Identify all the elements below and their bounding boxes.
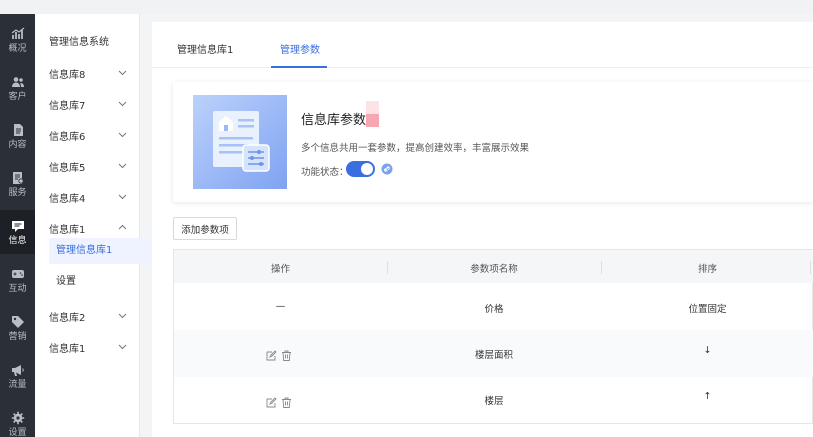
param-name: 价格 [484,304,504,315]
tag-icon [11,315,24,328]
subnav-title: 管理信息系统 [49,37,109,48]
megaphone-icon [11,364,24,376]
rail-item-label: 概况 [8,43,27,54]
card-description: 多个信息共用一套参数，提高创建效率，丰富展示效果 [301,143,530,154]
sort-value: 位置固定 [688,304,727,315]
delete-icon[interactable] [281,350,292,361]
users-icon [11,76,24,87]
document-illustration-icon [193,95,287,189]
subnav-group[interactable]: 信息库1 [35,337,140,357]
rail-item-settings[interactable]: 设置 [0,402,35,437]
row-actions [266,350,292,361]
subnav-group[interactable]: 信息库4 [35,187,140,207]
subnav-group-label: 信息库7 [49,101,86,112]
rail-item-overview[interactable]: 概况 [0,18,35,62]
subnav-group-expanded[interactable]: 信息库1 [35,218,140,238]
tab-manage-library[interactable]: 管理信息库1 [177,41,233,56]
top-bar [0,0,813,14]
rail-item-traffic[interactable]: 流量 [0,354,35,398]
feature-status-label: 功能状态： [301,167,349,178]
subnav-group[interactable]: 信息库8 [35,63,140,83]
edit-icon[interactable] [266,397,277,408]
table-row: 楼层 ↑ [174,377,813,424]
table-header: 操作 参数项名称 排序 [174,250,813,283]
add-param-button[interactable]: 添加参数项 [173,217,237,240]
subnav-item-manage-library[interactable]: 管理信息库1 [49,238,161,264]
subnav-group-label: 信息库6 [49,132,86,143]
rail-item-label: 内容 [8,139,27,150]
rail-item-marketing[interactable]: 营销 [0,306,35,350]
active-tab-indicator [271,66,327,68]
rail-item-label: 信息 [8,235,27,246]
rail-item-label: 客户 [8,91,27,102]
chevron-down-icon [118,344,127,350]
column-header-sort: 排序 [697,264,717,275]
chevron-down-icon [118,163,127,169]
rail-item-service[interactable]: 服务 [0,162,35,206]
column-divider [810,261,811,274]
secondary-nav: 管理信息系统 信息库8 信息库7 信息库6 信息库5 信息库4 信息库1 管理信… [35,14,161,437]
chevron-down-icon [118,194,127,200]
sort-up-arrow[interactable]: ↑ [601,391,813,402]
link-icon[interactable] [381,163,393,175]
table-row: — 价格 位置固定 [174,283,813,330]
subnav-group[interactable]: 信息库2 [35,306,140,326]
feature-status-toggle[interactable] [346,161,375,177]
row-actions [266,397,292,408]
subnav-group-label: 信息库1 [49,344,86,355]
gear-icon [11,411,24,424]
rail-item-interaction[interactable]: 互动 [0,258,35,302]
chart-icon [11,27,24,39]
chevron-up-icon [118,224,127,230]
rail-item-info[interactable]: 信息 [0,210,35,254]
sort-down-arrow[interactable]: ↓ [601,345,813,356]
param-name: 楼层 [484,396,504,407]
subnav-group[interactable]: 信息库6 [35,125,140,145]
subnav-group[interactable]: 信息库7 [35,94,140,114]
column-header-ops: 操作 [270,264,290,275]
chevron-down-icon [118,313,127,319]
rail-item-label: 服务 [8,187,27,198]
tab-manage-params[interactable]: 管理参数 [280,41,320,56]
rail-item-label: 流量 [8,379,27,390]
param-name: 楼层面积 [474,350,513,361]
primary-nav-rail: 概况 客户 内容 服务 信息 互动 营销 流量 设置 [0,14,35,437]
card-title: 信息库参数 [301,113,367,128]
chevron-down-icon [118,70,127,76]
document-icon [13,123,23,136]
rail-item-label: 互动 [8,283,27,294]
delete-icon[interactable] [281,397,292,408]
subnav-group-label: 信息库5 [49,163,86,174]
decorative-shape [366,101,379,127]
table-row: 楼层面积 ↓ [174,330,813,377]
subnav-item-settings[interactable]: 设置 [49,269,161,295]
subnav-group[interactable]: 信息库5 [35,156,140,176]
rail-item-content[interactable]: 内容 [0,114,35,158]
main-panel: 管理信息库1 管理参数 信息库参数 多个信息共用一套参数，提高创建效率，丰富展示… [152,22,813,437]
toggle-knob [361,163,373,175]
column-header-name: 参数项名称 [470,264,518,275]
tab-bar: 管理信息库1 管理参数 [152,22,813,68]
service-icon [12,171,24,184]
feature-card: 信息库参数 多个信息共用一套参数，提高创建效率，丰富展示效果 功能状态： [173,82,813,202]
ops-placeholder: — [275,301,286,312]
subnav-group-label: 信息库8 [49,70,86,81]
edit-icon[interactable] [266,350,277,361]
chevron-down-icon [118,101,127,107]
rail-item-customers[interactable]: 客户 [0,66,35,110]
message-icon [11,220,24,232]
subnav-group-label: 信息库1 [49,225,86,236]
subnav-group-label: 信息库4 [49,194,86,205]
gamepad-icon [11,269,24,278]
chevron-down-icon [118,132,127,138]
subnav-group-label: 信息库2 [49,313,86,324]
rail-item-label: 设置 [8,427,27,437]
params-table: 操作 参数项名称 排序 — 价格 位置固定 楼层面积 ↓ 楼层 ↑ [173,249,813,424]
rail-item-label: 营销 [8,331,27,342]
